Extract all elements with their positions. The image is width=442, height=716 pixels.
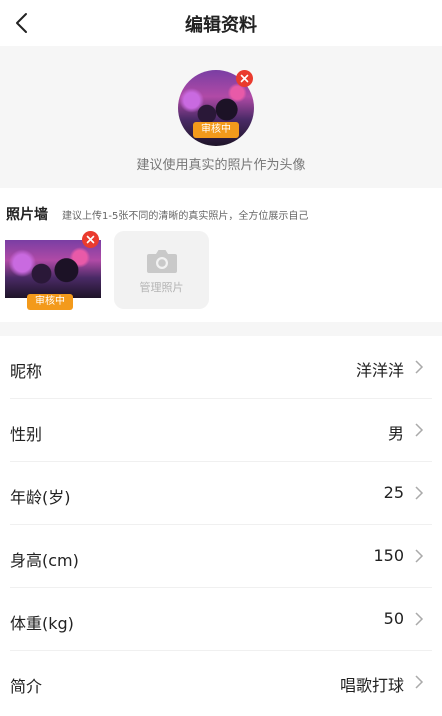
- photo-wall-title: 照片墙: [6, 207, 48, 223]
- field-value: 50: [383, 609, 404, 628]
- chevron-right-icon: [415, 675, 424, 689]
- field-label: 简介: [10, 677, 43, 696]
- camera-icon: [147, 250, 177, 273]
- avatar-section: 审核中 建议使用真实的照片作为头像: [0, 46, 442, 188]
- field-row-weight[interactable]: 体重(kg) 50: [0, 588, 442, 651]
- field-row-gender[interactable]: 性别 男: [0, 399, 442, 462]
- photo-delete-button[interactable]: [82, 231, 99, 248]
- field-label: 身高(cm): [10, 551, 79, 570]
- field-value: 唱歌打球: [339, 676, 404, 695]
- section-divider: [0, 322, 442, 336]
- field-value: 150: [373, 546, 404, 565]
- avatar-delete-button[interactable]: [236, 70, 253, 87]
- manage-photos-button[interactable]: 管理照片: [114, 231, 209, 309]
- photo-wall-tip: 建议上传1-5张不同的清晰的真实照片，全方位展示自己: [62, 211, 309, 222]
- photo-wall-section: 照片墙 建议上传1-5张不同的清晰的真实照片，全方位展示自己 审核中 管理照片: [0, 188, 442, 322]
- manage-photos-label: 管理照片: [139, 281, 184, 294]
- page-title: 编辑资料: [185, 15, 257, 36]
- photo-status-badge: 审核中: [27, 294, 73, 310]
- avatar-tip: 建议使用真实的照片作为头像: [136, 158, 306, 173]
- field-row-intro[interactable]: 简介 唱歌打球: [0, 651, 442, 714]
- photo-image: [5, 240, 101, 298]
- photo-thumbnail[interactable]: [5, 240, 101, 298]
- field-label: 体重(kg): [10, 614, 74, 633]
- chevron-right-icon: [415, 612, 424, 626]
- chevron-right-icon: [415, 549, 424, 563]
- field-row-height[interactable]: 身高(cm) 150: [0, 525, 442, 588]
- field-row-age[interactable]: 年龄(岁) 25: [0, 462, 442, 525]
- nav-bar: 编辑资料: [0, 0, 442, 46]
- field-row-nickname[interactable]: 昵称 洋洋洋: [0, 336, 442, 399]
- delete-icon: [240, 74, 249, 83]
- field-value: 25: [383, 483, 404, 502]
- chevron-right-icon: [415, 360, 424, 374]
- field-value: 洋洋洋: [355, 361, 404, 380]
- field-label: 年龄(岁): [10, 488, 71, 507]
- field-value: 男: [387, 424, 404, 443]
- field-label: 昵称: [10, 362, 43, 381]
- chevron-right-icon: [415, 486, 424, 500]
- delete-icon: [86, 235, 95, 244]
- avatar-status-badge: 审核中: [193, 122, 239, 138]
- field-label: 性别: [10, 425, 43, 444]
- chevron-right-icon: [415, 423, 424, 437]
